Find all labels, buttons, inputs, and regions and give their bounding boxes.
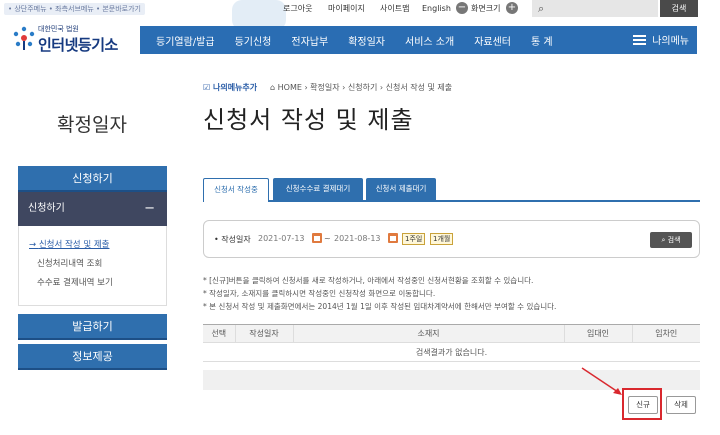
hamburger-icon xyxy=(633,34,647,45)
zoom-label: 화면크기 xyxy=(471,4,501,13)
col-select: 선택 xyxy=(203,324,235,343)
tab-writing[interactable]: 신청서 작성중 xyxy=(203,178,269,202)
zoom-in-icon[interactable]: + xyxy=(506,2,518,14)
sitemap-link[interactable]: 사이트맵 xyxy=(380,3,409,15)
site-logo[interactable]: 대한민국 법원 인터넷등기소 xyxy=(8,22,132,56)
english-link[interactable]: English xyxy=(422,3,451,15)
period-month-button[interactable]: 1개월 xyxy=(430,233,454,245)
top-utility-bar: • 상단주메뉴 • 좌측서브메뉴 • 본문바로가기 로그아웃 마이페이지 사이트… xyxy=(0,0,720,30)
breadcrumb-text: HOME › 확정일자 › 신청하기 › 신청서 작성 및 제출 xyxy=(277,83,453,92)
sidebar-link-write-application[interactable]: → 신청서 작성 및 제출 xyxy=(29,236,166,255)
col-lessee: 임차인 xyxy=(631,324,700,343)
sidebar-section-apply[interactable]: 신청하기 xyxy=(18,166,167,192)
nav-item-registry-apply[interactable]: 등기신청 xyxy=(225,33,282,48)
date-separator: ~ xyxy=(324,234,331,243)
calendar-icon[interactable] xyxy=(388,233,398,243)
nav-item-fixed-date[interactable]: 확정일자 xyxy=(338,33,395,48)
empty-result: 검색결과가 없습니다. xyxy=(203,342,700,362)
sidebar-issue-button[interactable]: 발급하기 xyxy=(18,314,167,340)
annotation-arrow-icon xyxy=(581,367,622,395)
main-nav: 등기열람/발급 등기신청 전자납부 확정일자 서비스 소개 자료센터 통 계 나… xyxy=(140,26,697,54)
search-icon: ⌕ xyxy=(538,2,545,15)
sidebar-link-list: → 신청서 작성 및 제출 신청처리내역 조회 수수료 결제내역 보기 xyxy=(18,226,167,306)
add-favorite-label: 나의메뉴추가 xyxy=(212,83,258,92)
sidebar-link-fee-history[interactable]: 수수료 결제내역 보기 xyxy=(29,274,166,293)
search-input[interactable]: ⌕ xyxy=(532,0,658,17)
highlight-box xyxy=(622,388,662,420)
tab-submit-pending[interactable]: 신청서 제출대기 xyxy=(366,178,436,200)
date-to-field[interactable]: 2021-08-13 xyxy=(334,234,381,243)
date-search-panel: • 작성일자 2021-07-13 ~ 2021-08-13 1주일 1개월 ⌕… xyxy=(203,220,700,258)
guide-note: * 작성일자, 소재지를 클릭하시면 작성중인 신청작성 화면으로 이동합니다. xyxy=(203,289,436,298)
nav-item-registry-view[interactable]: 등기열람/발급 xyxy=(140,33,225,48)
sidebar-sub-apply[interactable]: 신청하기 − xyxy=(18,192,167,226)
date-search-label: 검색 xyxy=(667,236,681,244)
sidebar-link-history[interactable]: 신청처리내역 조회 xyxy=(29,255,166,274)
nav-item-data-center[interactable]: 자료센터 xyxy=(464,33,521,48)
table-row: 검색결과가 없습니다. xyxy=(203,342,700,362)
zoom-out-icon[interactable]: − xyxy=(456,2,468,14)
date-label: • 작성일자 xyxy=(214,235,251,244)
application-table: 선택 작성일자 소재지 임대인 임차인 검색결과가 없습니다. xyxy=(203,324,700,362)
delete-button[interactable]: 삭제 xyxy=(666,396,696,414)
guide-notes: * [신규]버튼을 클릭하여 신청서를 새로 작성하거나, 아래에서 작성중인 … xyxy=(203,274,556,313)
col-date: 작성일자 xyxy=(234,324,293,343)
sidebar-title: 확정일자 xyxy=(57,114,127,136)
nav-item-service-intro[interactable]: 서비스 소개 xyxy=(395,33,464,48)
my-menu-label: 나의메뉴 xyxy=(652,36,689,47)
guide-note: * 본 신청서 작성 및 제출화면에서는 2014년 1월 1일 이후 작성된 … xyxy=(203,302,557,311)
tab-payment-pending[interactable]: 신청수수료 결제대기 xyxy=(273,178,363,200)
logo-title: 인터넷등기소 xyxy=(38,36,118,54)
sidebar-link-label: 신청서 작성 및 제출 xyxy=(38,240,110,250)
col-address: 소재지 xyxy=(292,324,564,343)
nav-item-statistics[interactable]: 통 계 xyxy=(521,33,563,48)
logo-subtitle: 대한민국 법원 xyxy=(38,25,79,33)
logout-link[interactable]: 로그아웃 xyxy=(283,3,312,15)
add-favorite-link[interactable]: ☑ 나의메뉴추가 xyxy=(203,82,257,93)
sidebar-info-button[interactable]: 정보제공 xyxy=(18,344,167,370)
calendar-icon[interactable] xyxy=(312,233,322,243)
nav-item-payment[interactable]: 전자납부 xyxy=(281,33,338,48)
collapse-icon[interactable]: − xyxy=(144,192,155,226)
court-emblem-icon xyxy=(13,26,35,50)
my-menu-button[interactable]: 나의메뉴 xyxy=(633,32,689,47)
guide-note: * [신규]버튼을 클릭하여 신청서를 새로 작성하거나, 아래에서 작성중인 … xyxy=(203,276,534,285)
home-icon: ⌂ xyxy=(270,83,278,92)
date-search-button[interactable]: ⌕ 검색 xyxy=(650,232,692,248)
period-week-button[interactable]: 1주일 xyxy=(402,233,426,245)
mypage-link[interactable]: 마이페이지 xyxy=(328,3,365,15)
date-from-field[interactable]: 2021-07-13 xyxy=(258,234,305,243)
search-button[interactable]: 검색 xyxy=(660,0,698,17)
table-header-row: 선택 작성일자 소재지 임대인 임차인 xyxy=(203,324,700,343)
skip-links[interactable]: • 상단주메뉴 • 좌측서브메뉴 • 본문바로가기 xyxy=(4,3,145,15)
status-tabs: 신청서 작성중 신청수수료 결제대기 신청서 제출대기 xyxy=(203,178,700,202)
page-title: 신청서 작성 및 제출 xyxy=(203,106,414,134)
col-lessor: 임대인 xyxy=(563,324,632,343)
breadcrumb: ⌂ HOME › 확정일자 › 신청하기 › 신청서 작성 및 제출 xyxy=(270,82,452,93)
sidebar-sub-label: 신청하기 xyxy=(28,203,65,214)
